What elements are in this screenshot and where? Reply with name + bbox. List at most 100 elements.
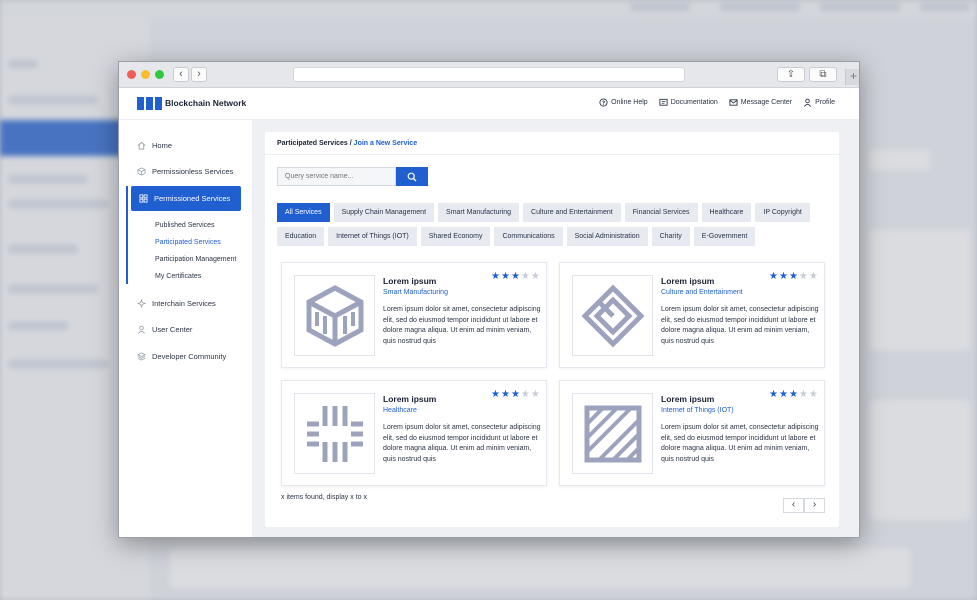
card-category[interactable]: Smart Manufacturing [383, 289, 448, 296]
star-icon: ★ [788, 271, 798, 282]
search-button[interactable] [396, 167, 428, 186]
card-description: Lorem ipsum dolor sit amet, consectetur … [661, 424, 819, 463]
card-title: Lorem ipsum [661, 394, 715, 404]
message-center-link[interactable]: Message Center [729, 98, 792, 107]
category-chip[interactable]: Financial Services [624, 203, 698, 222]
card-category[interactable]: Healthcare [383, 407, 417, 414]
category-chip[interactable]: Culture and Entertainment [523, 203, 621, 222]
sidebar-item-label: Developer Community [152, 352, 227, 361]
divider [265, 154, 839, 155]
sidebar-item-label: User Center [152, 325, 193, 334]
online-help-link[interactable]: Online Help [599, 98, 648, 107]
category-chip[interactable]: Communications [494, 227, 563, 246]
star-icon: ★ [808, 389, 818, 400]
results-summary: x items found, display x to x [281, 494, 367, 501]
sidebar: Home Permissionless Services Permissione… [119, 120, 253, 537]
document-icon [659, 98, 668, 106]
service-thumbnail [294, 393, 375, 474]
category-chip[interactable]: Charity [651, 227, 690, 246]
tabs-button[interactable]: ⧉ [809, 67, 837, 82]
minimize-window-icon[interactable] [141, 70, 150, 79]
message-center-label: Message Center [740, 99, 793, 106]
sidebar-subitem-participated[interactable]: Participated Services [155, 239, 221, 246]
pagination: ‹ › [783, 498, 825, 513]
rating-stars: ★ ★ ★ ★ ★ [491, 390, 540, 400]
address-bar[interactable] [293, 67, 685, 82]
service-card[interactable]: Lorem ipsum Culture and Entertainment Lo… [559, 262, 825, 368]
sidebar-subitem-participation-management[interactable]: Participation Management [155, 256, 236, 263]
maximize-window-icon[interactable] [155, 70, 164, 79]
online-help-label: Online Help [611, 99, 648, 106]
hexagon-cube-icon [306, 284, 363, 347]
forward-button[interactable]: › [191, 67, 207, 82]
category-chip[interactable]: Healthcare [701, 203, 752, 222]
mail-icon [729, 99, 738, 106]
card-category[interactable]: Internet of Things (IOT) [661, 407, 734, 414]
sidebar-item-permissionless[interactable]: Permissionless Services [137, 167, 233, 176]
next-page-button[interactable]: › [804, 498, 825, 513]
card-description: Lorem ipsum dolor sit amet, consectetur … [383, 306, 541, 345]
category-chip[interactable]: Internet of Things (IOT) [328, 227, 417, 246]
card-description: Lorem ipsum dolor sit amet, consectetur … [383, 424, 541, 463]
category-filters: All Services Supply Chain Management Sma… [277, 203, 837, 246]
join-new-service-link[interactable]: Join a New Service [354, 140, 417, 147]
close-window-icon[interactable] [127, 70, 136, 79]
sparkle-icon [137, 299, 146, 308]
category-chip[interactable]: Shared Economy [420, 227, 491, 246]
card-title: Lorem ipsum [383, 394, 437, 404]
star-icon: ★ [530, 389, 540, 400]
star-icon: ★ [510, 389, 520, 400]
brand-name: Blockchain Network [165, 98, 247, 108]
star-icon: ★ [769, 389, 778, 400]
category-chip[interactable]: Social Administration [566, 227, 648, 246]
sidebar-item-user-center[interactable]: User Center [137, 325, 192, 334]
back-button[interactable]: ‹ [173, 67, 189, 82]
category-chip[interactable]: Education [277, 227, 325, 246]
user-icon [137, 325, 146, 334]
profile-link[interactable]: Profile [803, 98, 835, 107]
star-icon: ★ [769, 271, 778, 282]
header-links: Online Help Documentation Message Center… [599, 98, 835, 107]
service-thumbnail [294, 275, 375, 356]
new-tab-button[interactable]: + [845, 69, 859, 85]
brand-logo-icon [137, 97, 162, 110]
main-content: Participated Services / Join a New Servi… [253, 120, 859, 537]
documentation-link[interactable]: Documentation [659, 98, 718, 107]
service-card[interactable]: Lorem ipsum Healthcare Lorem ipsum dolor… [281, 380, 547, 486]
service-card[interactable]: Lorem ipsum Smart Manufacturing Lorem ip… [281, 262, 547, 368]
category-chip[interactable]: IP Copyright [755, 203, 810, 222]
category-chip[interactable]: Supply Chain Management [333, 203, 435, 222]
sidebar-item-developer-community[interactable]: Developer Community [137, 352, 226, 361]
browser-window: ‹ › ⇪ ⧉ + Blockchain Network Online Help… [118, 61, 860, 538]
star-icon: ★ [808, 271, 818, 282]
star-icon: ★ [778, 271, 788, 282]
category-chip-all[interactable]: All Services [277, 203, 330, 222]
user-icon [804, 98, 812, 107]
rating-stars: ★ ★ ★ ★ ★ [769, 272, 818, 282]
card-description: Lorem ipsum dolor sit amet, consectetur … [661, 306, 819, 345]
star-icon: ★ [510, 271, 520, 282]
sidebar-item-home[interactable]: Home [137, 141, 172, 150]
diagonal-square-icon [584, 405, 641, 462]
star-icon: ★ [798, 271, 808, 282]
sidebar-item-permissioned[interactable]: Permissioned Services [131, 186, 241, 211]
star-icon: ★ [520, 389, 530, 400]
service-card[interactable]: Lorem ipsum Internet of Things (IOT) Lor… [559, 380, 825, 486]
sidebar-subitem-published[interactable]: Published Services [155, 222, 215, 229]
category-chip[interactable]: E-Government [693, 227, 756, 246]
star-icon: ★ [491, 389, 500, 400]
star-icon: ★ [520, 271, 530, 282]
grid-icon [139, 194, 148, 203]
card-category[interactable]: Culture and Entertainment [661, 289, 743, 296]
star-icon: ★ [491, 271, 500, 282]
sidebar-subitem-certificates[interactable]: My Certificates [155, 273, 201, 280]
diamond-maze-icon [580, 283, 645, 348]
sidebar-item-interchain[interactable]: Interchain Services [137, 299, 216, 308]
category-chip[interactable]: Smart Manufacturing [438, 203, 520, 222]
prev-page-button[interactable]: ‹ [783, 498, 804, 513]
service-thumbnail [572, 393, 653, 474]
share-button[interactable]: ⇪ [777, 67, 805, 82]
star-icon: ★ [500, 271, 510, 282]
help-icon [599, 98, 608, 107]
search-input[interactable] [277, 167, 396, 186]
